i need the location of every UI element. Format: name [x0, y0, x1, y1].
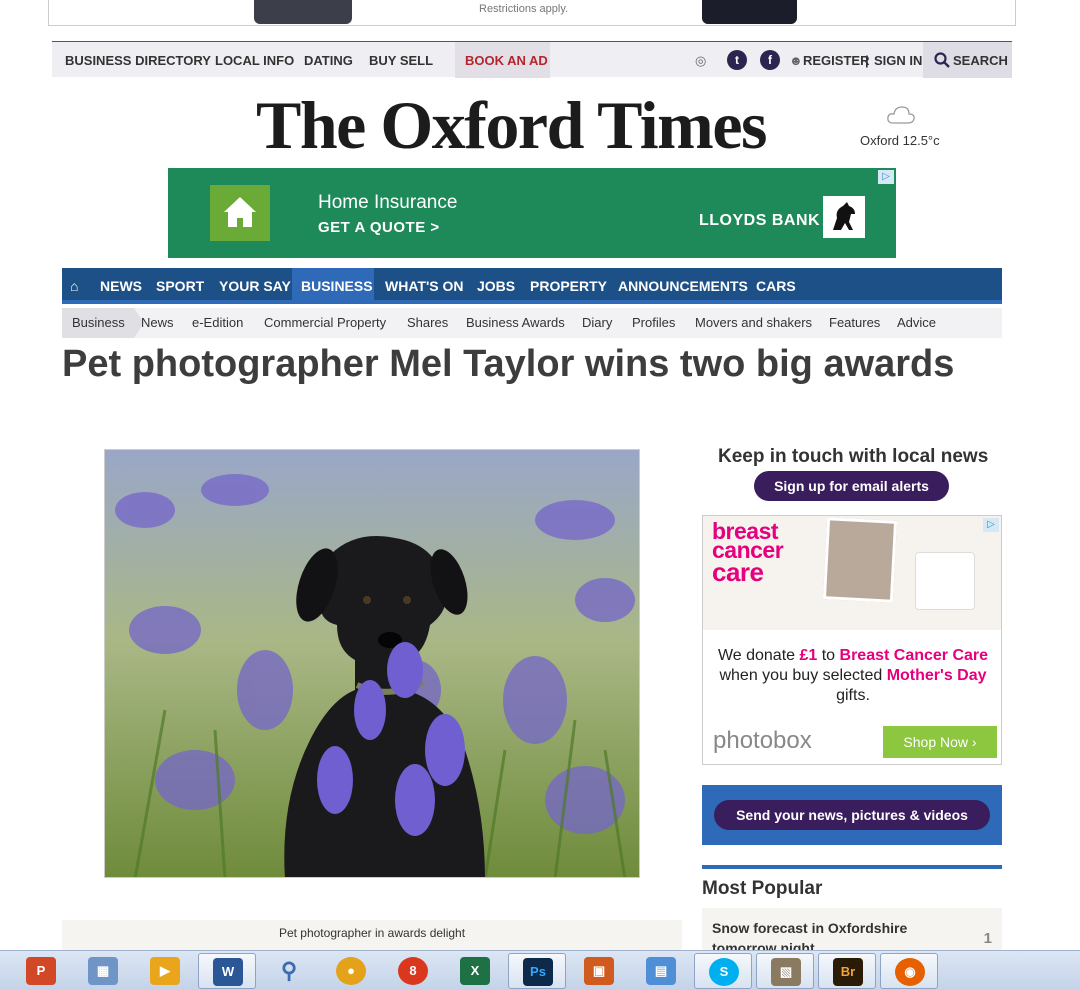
article-headline: Pet photographer Mel Taylor wins two big… [62, 343, 955, 385]
cloud-icon [887, 106, 915, 124]
image-viewer-icon[interactable]: ▧ [756, 953, 814, 989]
subnav-news[interactable]: News [141, 315, 174, 330]
most-popular-rank: 1 [983, 930, 992, 947]
photo-caption-box: Pet photographer in awards delight [62, 920, 682, 950]
ad-donate-text: We donate £1 to Breast Cancer Care when … [717, 647, 989, 704]
user-icon: ☻ [789, 53, 803, 68]
nav-property[interactable]: PROPERTY [530, 278, 607, 294]
search-button[interactable]: SEARCH [923, 42, 1012, 78]
ad-restrictions-text: Restrictions apply. [479, 3, 569, 15]
nav-announcements[interactable]: ANNOUNCEMENTS [618, 278, 748, 294]
book-an-ad-link[interactable]: BOOK AN AD [455, 42, 550, 78]
subnav-business-awards[interactable]: Business Awards [466, 315, 565, 330]
most-popular-heading: Most Popular [702, 878, 823, 899]
send-news-panel: Send your news, pictures & videos [702, 785, 1002, 845]
sign-in-link[interactable]: SIGN IN [874, 53, 922, 68]
rss-icon[interactable]: ◎ [695, 53, 706, 69]
twitter-icon[interactable]: t [727, 50, 747, 70]
adchoices-icon[interactable]: ▷ [983, 518, 999, 532]
word-icon[interactable]: W [198, 953, 256, 989]
app-folder-icon[interactable]: ▤ [632, 953, 690, 989]
firefox-icon[interactable]: ◉ [880, 953, 938, 989]
movie-maker-icon[interactable]: ▶ [136, 953, 194, 989]
nav-cars[interactable]: CARS [756, 278, 796, 294]
business-directory-link[interactable]: BUSINESS DIRECTORY [65, 53, 211, 68]
subnav-advice[interactable]: Advice [897, 315, 936, 330]
divider [702, 865, 1002, 869]
dating-link[interactable]: DATING [304, 53, 353, 68]
chrome-icon[interactable]: ● [322, 953, 380, 989]
subnav-profiles[interactable]: Profiles [632, 315, 675, 330]
sub-navigation: Business News e-Edition Commercial Prope… [62, 308, 1002, 338]
nav-news[interactable]: NEWS [100, 278, 142, 294]
top-advert[interactable]: Restrictions apply. [48, 0, 1016, 26]
subnav-diary[interactable]: Diary [582, 315, 612, 330]
photoshop-icon[interactable]: Ps [508, 953, 566, 989]
facebook-icon[interactable]: f [760, 50, 780, 70]
ad-person-image [254, 0, 352, 24]
bridge-icon[interactable]: Br [818, 953, 876, 989]
horse-logo-icon [823, 196, 865, 238]
photobox-logo: photobox [713, 727, 812, 754]
house-icon [210, 185, 270, 241]
search-label: SEARCH [953, 53, 1008, 68]
weather-readout: Oxford 12.5°c [860, 133, 940, 148]
photo-caption: Pet photographer in awards delight [278, 926, 466, 940]
subnav-features[interactable]: Features [829, 315, 880, 330]
nav-whats-on[interactable]: WHAT'S ON [385, 278, 464, 294]
buy-sell-link[interactable]: BUY SELL [369, 53, 433, 68]
email-signup-button[interactable]: Sign up for email alerts [754, 471, 949, 501]
nav-your-say[interactable]: YOUR SAY [219, 278, 291, 294]
utility-bar: BUSINESS DIRECTORY LOCAL INFO DATING BUY… [52, 41, 1012, 78]
ad-cta[interactable]: GET A QUOTE > [318, 219, 440, 236]
skype-icon[interactable]: S [694, 953, 752, 989]
home-icon[interactable]: ⌂ [70, 278, 78, 294]
nav-jobs[interactable]: JOBS [477, 278, 515, 294]
excel-icon[interactable]: X [446, 953, 504, 989]
article-photo[interactable] [104, 449, 640, 878]
app8-icon[interactable]: 8 [384, 953, 442, 989]
photo-card-image [822, 517, 898, 603]
nav-sport[interactable]: SPORT [156, 278, 204, 294]
nav-business[interactable]: BUSINESS [301, 278, 373, 294]
subnav-business[interactable]: Business [72, 315, 125, 330]
most-popular-item[interactable]: Snow forecast in Oxfordshire tomorrow ni… [702, 908, 1002, 956]
adchoices-icon[interactable]: ▷ [878, 170, 894, 184]
charity-logo: breast cancer care [712, 518, 784, 587]
taskbar: P ▦ ▶ W ⚲ ● 8 X Ps ▣ ▤ S ▧ Br ◉ [0, 950, 1080, 990]
photo-gallery-icon[interactable]: ▦ [74, 953, 132, 989]
subnav-movers-and-shakers[interactable]: Movers and shakers [695, 315, 812, 330]
search-icon [934, 52, 950, 68]
ad-person-image [702, 0, 797, 24]
app-orange-icon[interactable]: ▣ [570, 953, 628, 989]
separator: | [865, 53, 869, 68]
powerpoint-icon[interactable]: P [12, 953, 70, 989]
site-logo[interactable]: The Oxford Times [256, 86, 767, 165]
send-news-button[interactable]: Send your news, pictures & videos [714, 800, 990, 830]
sidebar-advert[interactable]: breast cancer care We donate £1 to Breas… [702, 515, 1002, 765]
shop-now-button[interactable]: Shop Now › [883, 726, 997, 758]
ad-brand: LLOYDS BANK [699, 212, 821, 229]
banner-advert[interactable]: Home Insurance GET A QUOTE > LLOYDS BANK… [168, 168, 896, 258]
subnav-e-edition[interactable]: e-Edition [192, 315, 243, 330]
subnav-shares[interactable]: Shares [407, 315, 448, 330]
mug-image [915, 552, 975, 610]
local-info-link[interactable]: LOCAL INFO [215, 53, 294, 68]
main-navigation: ⌂ NEWS SPORT YOUR SAY BUSINESS WHAT'S ON… [62, 268, 1002, 304]
register-link[interactable]: REGISTER [803, 53, 869, 68]
book-an-ad-label: BOOK AN AD [465, 53, 548, 68]
search-icon[interactable]: ⚲ [260, 953, 318, 989]
newsletter-heading: Keep in touch with local news [718, 446, 989, 467]
ad-headline: Home Insurance [318, 192, 458, 213]
subnav-commercial-property[interactable]: Commercial Property [264, 315, 386, 330]
